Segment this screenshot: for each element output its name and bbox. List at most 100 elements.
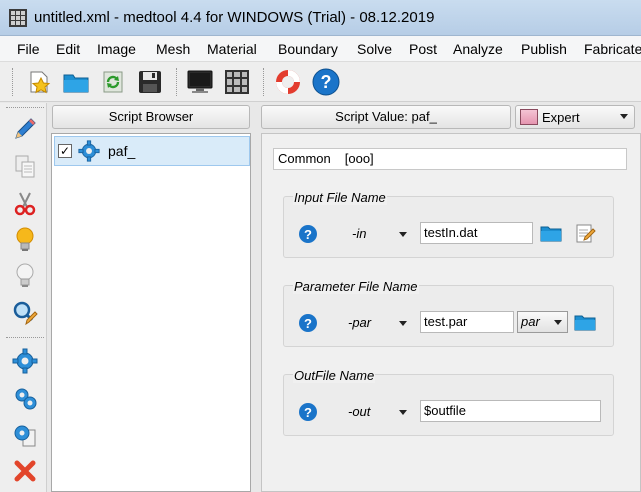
script-value-header[interactable]: Script Value: paf_: [261, 105, 511, 129]
svg-text:?: ?: [304, 405, 312, 420]
parameter-file-field[interactable]: test.par: [420, 311, 514, 333]
toolbar-separator: [176, 68, 178, 96]
chevron-down-icon[interactable]: [399, 410, 407, 415]
menu-bar: File Edit Image Mesh Material Boundary S…: [0, 36, 641, 62]
outfile-group: OutFile Name ? -out $outfile: [283, 368, 614, 436]
script-value-panel: Common [ooo] Input File Name ? -in testIn…: [261, 133, 641, 492]
menu-material[interactable]: Material: [207, 41, 257, 57]
outfile-field[interactable]: $outfile: [420, 400, 601, 422]
gears-button[interactable]: [10, 383, 40, 413]
help-icon[interactable]: ?: [298, 402, 318, 422]
tree-item-paf[interactable]: ✓ paf_: [54, 136, 250, 166]
edit-file-icon[interactable]: [574, 223, 596, 243]
input-file-group: Input File Name ? -in testIn.dat: [283, 190, 614, 258]
gear-document-icon: [14, 425, 36, 447]
help-icon[interactable]: ?: [298, 313, 318, 333]
group-title: OutFile Name: [293, 368, 376, 383]
delete-button[interactable]: [10, 456, 40, 486]
menu-file[interactable]: File: [17, 41, 40, 57]
svg-text:?: ?: [321, 72, 332, 92]
chevron-down-icon[interactable]: [399, 321, 407, 326]
save-icon: [139, 71, 161, 93]
gear-document-button[interactable]: [10, 420, 40, 450]
help-button[interactable]: ?: [311, 67, 341, 97]
flag-label: -in: [352, 226, 367, 241]
script-tree: ✓ paf_: [51, 133, 251, 492]
scissors-icon: [14, 192, 36, 216]
gear-button[interactable]: [10, 346, 40, 376]
common-label: Common: [278, 151, 331, 166]
refresh-icon: [103, 71, 123, 93]
menu-image[interactable]: Image: [97, 41, 136, 57]
grid-view-icon: [225, 70, 249, 94]
tools-separator: [6, 337, 44, 338]
copy-button[interactable]: [10, 151, 40, 181]
flag-label: -par: [348, 315, 372, 330]
window-title: untitled.xml - medtool 4.4 for WINDOWS (…: [34, 9, 435, 26]
chevron-down-icon: [554, 320, 562, 325]
group-title: Input File Name: [293, 190, 387, 205]
search-edit-icon: [13, 301, 38, 326]
mode-select[interactable]: Expert: [515, 105, 635, 129]
script-browser-header[interactable]: Script Browser: [52, 105, 250, 129]
tools-sidebar: [0, 103, 47, 492]
search-edit-button[interactable]: [10, 298, 40, 328]
menu-edit[interactable]: Edit: [56, 41, 80, 57]
lifebuoy-help-button[interactable]: [273, 67, 303, 97]
parameter-file-group: Parameter File Name ? -par test.par par: [283, 279, 614, 347]
svg-text:?: ?: [304, 227, 312, 242]
gear-icon: [12, 348, 38, 374]
chevron-down-icon: [620, 114, 628, 119]
menu-analyze[interactable]: Analyze: [453, 41, 503, 57]
grid-app-icon: [9, 9, 27, 27]
parameter-type-select[interactable]: par: [517, 311, 568, 333]
mode-color-swatch: [520, 109, 538, 125]
input-file-field[interactable]: testIn.dat: [420, 222, 533, 244]
toolbar-separator: [263, 68, 265, 96]
open-folder-icon[interactable]: [540, 223, 562, 243]
title-bar: untitled.xml - medtool 4.4 for WINDOWS (…: [0, 0, 641, 36]
common-value: [ooo]: [344, 151, 374, 166]
grid-view-button[interactable]: [222, 67, 252, 97]
edit-button[interactable]: [10, 114, 40, 144]
help-icon: ?: [312, 68, 340, 96]
lifebuoy-help-icon: [276, 70, 300, 94]
open-folder-button[interactable]: [61, 67, 91, 97]
open-folder-icon: [63, 74, 89, 93]
common-tab[interactable]: Common [ooo]: [273, 148, 627, 170]
tree-item-checkbox[interactable]: ✓: [58, 144, 72, 158]
parameter-type-label: par: [521, 314, 540, 329]
svg-text:?: ?: [304, 316, 312, 331]
mode-label: Expert: [542, 109, 580, 125]
lightbulb-on-icon: [16, 227, 34, 251]
hint-on-button[interactable]: [10, 225, 40, 255]
refresh-button[interactable]: [98, 67, 128, 97]
menu-boundary[interactable]: Boundary: [278, 41, 338, 57]
gears-icon: [15, 388, 37, 410]
menu-publish[interactable]: Publish: [521, 41, 567, 57]
copy-icon: [15, 155, 35, 178]
toolbar-grip: [12, 68, 14, 96]
help-icon[interactable]: ?: [298, 224, 318, 244]
gear-icon: [78, 140, 100, 162]
monitor-button[interactable]: [185, 67, 215, 97]
new-file-icon: [30, 71, 51, 94]
lightbulb-off-icon: [16, 263, 34, 287]
menu-fabricate[interactable]: Fabricate: [584, 41, 641, 57]
new-file-button[interactable]: [24, 67, 54, 97]
menu-solve[interactable]: Solve: [357, 41, 392, 57]
save-button[interactable]: [135, 67, 165, 97]
tree-item-label: paf_: [108, 143, 136, 159]
group-title: Parameter File Name: [293, 279, 419, 294]
cut-button[interactable]: [10, 188, 40, 218]
pencil-icon: [15, 118, 36, 139]
monitor-icon: [187, 70, 213, 93]
open-folder-icon[interactable]: [574, 312, 596, 332]
flag-label: -out: [348, 404, 371, 419]
delete-icon: [14, 460, 36, 482]
chevron-down-icon[interactable]: [399, 232, 407, 237]
hint-off-button[interactable]: [10, 261, 40, 291]
menu-post[interactable]: Post: [409, 41, 437, 57]
main-toolbar: ?: [0, 62, 641, 102]
menu-mesh[interactable]: Mesh: [156, 41, 190, 57]
